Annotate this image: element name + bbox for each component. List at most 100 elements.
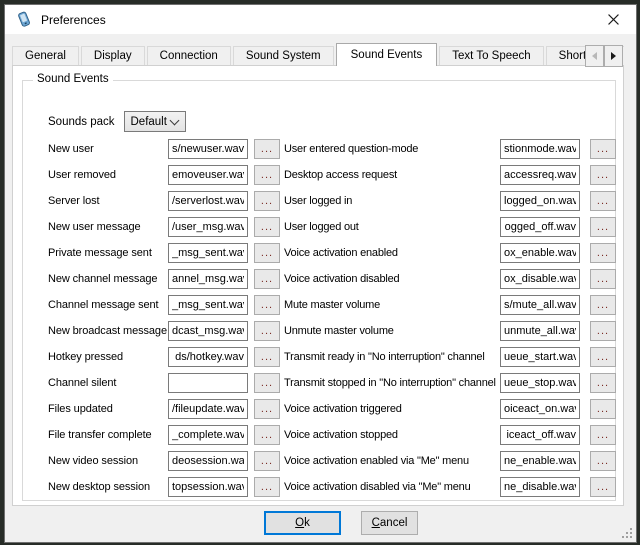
sounds-pack-label: Sounds pack (48, 116, 115, 128)
browse-button[interactable]: ... (254, 321, 280, 341)
sound-event-row: Channel silent... (48, 373, 280, 393)
browse-button[interactable]: ... (254, 477, 280, 497)
sound-event-row: User logged in... (284, 191, 616, 211)
sound-event-row: Unmute master volume... (284, 321, 616, 341)
sound-file-input[interactable] (168, 373, 248, 393)
cancel-button[interactable]: Cancel (361, 511, 418, 535)
sound-file-input[interactable] (500, 295, 580, 315)
browse-button[interactable]: ... (590, 191, 616, 211)
sound-event-label: New broadcast message (48, 325, 168, 337)
close-button[interactable] (596, 5, 630, 34)
sound-file-input[interactable] (168, 425, 248, 445)
sound-event-label: Channel silent (48, 377, 168, 389)
tab-text-to-speech[interactable]: Text To Speech (439, 46, 543, 66)
sound-file-input[interactable] (500, 347, 580, 367)
sound-event-row: Voice activation stopped... (284, 425, 616, 445)
browse-button[interactable]: ... (590, 425, 616, 445)
browse-button[interactable]: ... (590, 373, 616, 393)
browse-button[interactable]: ... (590, 347, 616, 367)
sound-event-label: Channel message sent (48, 299, 168, 311)
chevron-right-icon (611, 52, 616, 60)
sound-event-row: New channel message... (48, 269, 280, 289)
browse-button[interactable]: ... (590, 165, 616, 185)
sound-event-label: Transmit stopped in "No interruption" ch… (284, 377, 500, 389)
tab-sound-events[interactable]: Sound Events (336, 43, 438, 66)
browse-button[interactable]: ... (254, 243, 280, 263)
sound-file-input[interactable] (168, 321, 248, 341)
preferences-dialog: Preferences GeneralDisplayConnectionSoun… (4, 4, 637, 543)
chevron-left-icon (592, 52, 597, 60)
sound-file-input[interactable] (168, 217, 248, 237)
ok-button[interactable]: Ok (264, 511, 341, 535)
sound-file-input[interactable] (168, 165, 248, 185)
browse-button[interactable]: ... (590, 269, 616, 289)
sound-file-input[interactable] (500, 451, 580, 471)
browse-button[interactable]: ... (254, 191, 280, 211)
browse-button[interactable]: ... (254, 425, 280, 445)
sound-file-input[interactable] (500, 425, 580, 445)
browse-button[interactable]: ... (254, 373, 280, 393)
sound-event-row: Files updated... (48, 399, 280, 419)
sounds-pack-dropdown[interactable]: Default (124, 111, 186, 132)
browse-button[interactable]: ... (254, 269, 280, 289)
tab-display[interactable]: Display (81, 46, 145, 66)
sound-file-input[interactable] (168, 243, 248, 263)
sound-file-input[interactable] (168, 451, 248, 471)
sound-event-label: File transfer complete (48, 429, 168, 441)
sound-event-label: Desktop access request (284, 169, 500, 181)
browse-button[interactable]: ... (590, 295, 616, 315)
sound-file-input[interactable] (500, 217, 580, 237)
sound-event-label: Voice activation triggered (284, 403, 500, 415)
browse-button[interactable]: ... (254, 139, 280, 159)
tab-sound-system[interactable]: Sound System (233, 46, 334, 66)
sound-file-input[interactable] (500, 165, 580, 185)
sound-event-label: Voice activation disabled (284, 273, 500, 285)
sound-event-label: Hotkey pressed (48, 351, 168, 363)
browse-button[interactable]: ... (590, 217, 616, 237)
sound-event-row: Hotkey pressed... (48, 347, 280, 367)
sound-file-input[interactable] (500, 477, 580, 497)
sound-event-label: Server lost (48, 195, 168, 207)
close-icon (608, 14, 619, 25)
sound-events-groupbox: Sound Events Sounds pack Default New use… (22, 80, 616, 501)
tab-scroll-right-button[interactable] (604, 45, 623, 67)
browse-button[interactable]: ... (590, 451, 616, 471)
sound-file-input[interactable] (168, 347, 248, 367)
sound-file-input[interactable] (500, 243, 580, 263)
browse-button[interactable]: ... (590, 139, 616, 159)
sound-file-input[interactable] (168, 269, 248, 289)
sound-file-input[interactable] (500, 373, 580, 393)
resize-grip[interactable] (622, 528, 633, 539)
browse-button[interactable]: ... (254, 451, 280, 471)
browse-button[interactable]: ... (590, 399, 616, 419)
sound-file-input[interactable] (500, 269, 580, 289)
sound-file-input[interactable] (168, 477, 248, 497)
sound-file-input[interactable] (168, 139, 248, 159)
browse-button[interactable]: ... (254, 295, 280, 315)
sound-file-input[interactable] (168, 399, 248, 419)
sound-event-label: User logged out (284, 221, 500, 233)
browse-button[interactable]: ... (590, 243, 616, 263)
tab-scroll-left-button[interactable] (585, 45, 604, 67)
sound-file-input[interactable] (500, 321, 580, 341)
browse-button[interactable]: ... (590, 321, 616, 341)
browse-button[interactable]: ... (254, 347, 280, 367)
sound-file-input[interactable] (500, 399, 580, 419)
tab-general[interactable]: General (12, 46, 79, 66)
sound-file-input[interactable] (500, 139, 580, 159)
browse-button[interactable]: ... (590, 477, 616, 497)
sound-file-input[interactable] (500, 191, 580, 211)
sound-event-row: Channel message sent... (48, 295, 280, 315)
sound-event-row: Server lost... (48, 191, 280, 211)
browse-button[interactable]: ... (254, 217, 280, 237)
tab-connection[interactable]: Connection (147, 46, 231, 66)
sound-file-input[interactable] (168, 191, 248, 211)
sound-event-label: Voice activation enabled via "Me" menu (284, 455, 500, 467)
browse-button[interactable]: ... (254, 399, 280, 419)
tab-bar: GeneralDisplayConnectionSound SystemSoun… (12, 42, 624, 66)
sound-event-row: Voice activation enabled via "Me" menu..… (284, 451, 616, 471)
sounds-pack-value: Default (125, 116, 167, 128)
sound-file-input[interactable] (168, 295, 248, 315)
browse-button[interactable]: ... (254, 165, 280, 185)
sound-event-label: User logged in (284, 195, 500, 207)
